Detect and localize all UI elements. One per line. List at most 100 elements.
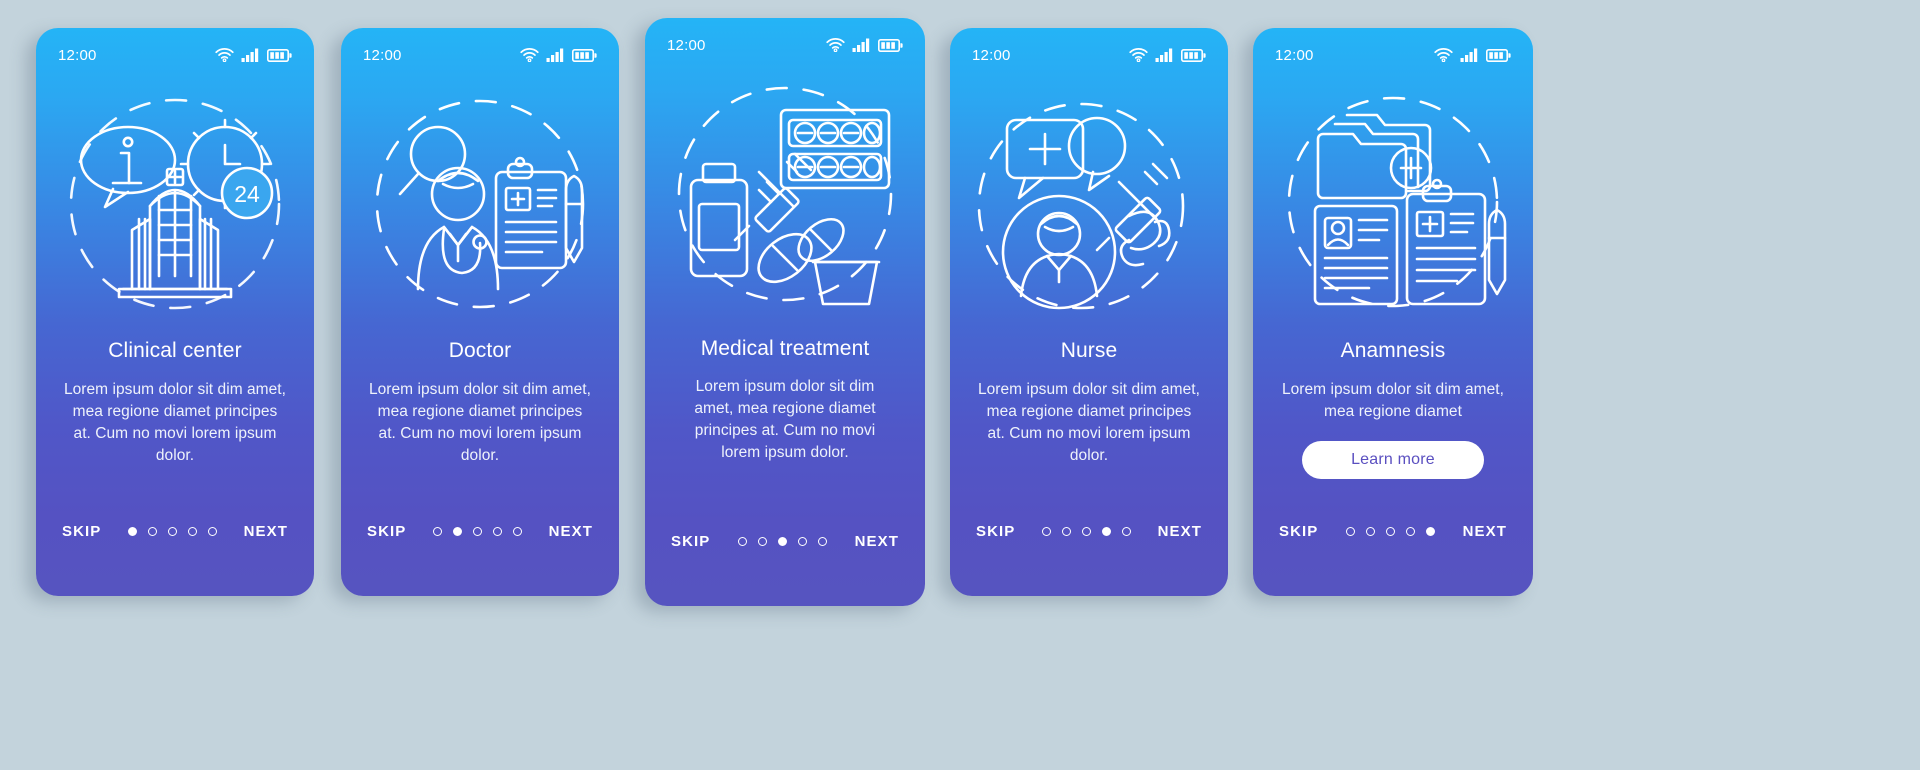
- status-time: 12:00: [58, 46, 97, 64]
- next-button[interactable]: NEXT: [1461, 519, 1509, 544]
- cellular-signal-icon: [546, 48, 564, 62]
- pagination-dot-4[interactable]: [188, 527, 197, 536]
- battery-icon: [572, 49, 597, 62]
- cellular-signal-icon: [852, 38, 870, 52]
- next-button[interactable]: NEXT: [853, 529, 901, 554]
- pagination-dot-2[interactable]: [453, 527, 462, 536]
- card-text-block: Doctor Lorem ipsum dolor sit dim amet, m…: [341, 338, 619, 467]
- svg-text:24: 24: [234, 181, 260, 207]
- battery-icon: [267, 49, 292, 62]
- pagination-dot-1[interactable]: [1346, 527, 1355, 536]
- page-description: Lorem ipsum dolor sit dim amet, mea regi…: [694, 377, 876, 461]
- page-description: Lorem ipsum dolor sit dim amet, mea regi…: [368, 380, 592, 464]
- status-bar: 12:00: [950, 28, 1228, 70]
- page-title: Clinical center: [108, 339, 242, 362]
- onboarding-card-medical-treatment[interactable]: 12:00 Medical treatment Lorem ipsum dolo…: [645, 18, 925, 606]
- pagination-dot-1[interactable]: [128, 527, 137, 536]
- pagination-dots: [738, 537, 827, 546]
- onboarding-card-anamnesis[interactable]: 12:00 Anamnesis Lorem ipsum dolor sit di…: [1253, 28, 1533, 596]
- card-text-block: Anamnesis Lorem ipsum dolor sit dim amet…: [1253, 338, 1533, 479]
- status-time: 12:00: [972, 46, 1011, 64]
- card-navigation: SKIP NEXT: [645, 529, 925, 554]
- next-button[interactable]: NEXT: [1156, 519, 1204, 544]
- skip-button[interactable]: SKIP: [974, 519, 1017, 544]
- pagination-dot-4[interactable]: [798, 537, 807, 546]
- card-text-block: Medical treatment Lorem ipsum dolor sit …: [645, 336, 925, 464]
- card-navigation: SKIP NEXT: [341, 519, 619, 544]
- pagination-dot-2[interactable]: [148, 527, 157, 536]
- card-text-block: Nurse Lorem ipsum dolor sit dim amet, me…: [950, 338, 1228, 467]
- status-icons: [1434, 48, 1511, 62]
- pagination-dot-1[interactable]: [433, 527, 442, 536]
- pagination-dot-1[interactable]: [738, 537, 747, 546]
- status-time: 12:00: [1275, 46, 1314, 64]
- pagination-dot-4[interactable]: [1406, 527, 1415, 536]
- status-bar: 12:00: [645, 18, 925, 60]
- status-time: 12:00: [667, 36, 706, 54]
- status-bar: 12:00: [36, 28, 314, 70]
- battery-icon: [1486, 49, 1511, 62]
- cellular-signal-icon: [241, 48, 259, 62]
- clinical-center-illustration: 24: [36, 70, 314, 338]
- pagination-dot-5[interactable]: [513, 527, 522, 536]
- card-text-block: Clinical center Lorem ipsum dolor sit di…: [36, 338, 314, 467]
- card-navigation: SKIP NEXT: [1253, 519, 1533, 544]
- status-icons: [215, 48, 292, 62]
- pagination-dot-5[interactable]: [1122, 527, 1131, 536]
- medical-treatment-illustration: [645, 60, 925, 336]
- pagination-dot-2[interactable]: [1062, 527, 1071, 536]
- onboarding-card-nurse[interactable]: 12:00 Nurse Lorem ipsum dolor sit dim am…: [950, 28, 1228, 596]
- onboarding-card-clinical-center[interactable]: 12:00 24 Clinical center Lorem ipsum dol…: [36, 28, 314, 596]
- pagination-dot-5[interactable]: [208, 527, 217, 536]
- onboarding-card-doctor[interactable]: 12:00 Doctor Lorem ipsum dolor sit dim a…: [341, 28, 619, 596]
- pagination-dots: [128, 527, 217, 536]
- next-button[interactable]: NEXT: [547, 519, 595, 544]
- page-title: Doctor: [448, 339, 512, 362]
- status-bar: 12:00: [341, 28, 619, 70]
- pagination-dot-3[interactable]: [778, 537, 787, 546]
- card-navigation: SKIP NEXT: [36, 519, 314, 544]
- pagination-dot-2[interactable]: [1366, 527, 1375, 536]
- learn-more-button[interactable]: Learn more: [1302, 440, 1484, 479]
- pagination-dot-5[interactable]: [818, 537, 827, 546]
- battery-icon: [878, 39, 903, 52]
- status-bar: 12:00: [1253, 28, 1533, 70]
- status-time: 12:00: [363, 46, 402, 64]
- page-title: Nurse: [1060, 339, 1118, 362]
- page-description: Lorem ipsum dolor sit dim amet, mea regi…: [1281, 380, 1505, 420]
- wifi-icon: [826, 38, 845, 52]
- wifi-icon: [215, 48, 234, 62]
- onboarding-screens-stage: 12:00 24 Clinical center Lorem ipsum dol…: [0, 0, 1920, 770]
- skip-button[interactable]: SKIP: [669, 529, 712, 554]
- pagination-dot-3[interactable]: [1082, 527, 1091, 536]
- next-button[interactable]: NEXT: [242, 519, 290, 544]
- pagination-dot-3[interactable]: [168, 527, 177, 536]
- nurse-illustration: [950, 70, 1228, 338]
- pagination-dot-4[interactable]: [493, 527, 502, 536]
- status-icons: [1129, 48, 1206, 62]
- pagination-dot-2[interactable]: [758, 537, 767, 546]
- pagination-dot-1[interactable]: [1042, 527, 1051, 536]
- pagination-dot-5[interactable]: [1426, 527, 1435, 536]
- wifi-icon: [520, 48, 539, 62]
- page-description: Lorem ipsum dolor sit dim amet, mea regi…: [977, 380, 1201, 464]
- skip-button[interactable]: SKIP: [365, 519, 408, 544]
- skip-button[interactable]: SKIP: [1277, 519, 1320, 544]
- skip-button[interactable]: SKIP: [60, 519, 103, 544]
- pagination-dot-3[interactable]: [473, 527, 482, 536]
- doctor-illustration: [341, 70, 619, 338]
- page-title: Anamnesis: [1340, 339, 1446, 362]
- card-navigation: SKIP NEXT: [950, 519, 1228, 544]
- cellular-signal-icon: [1460, 48, 1478, 62]
- pagination-dots: [1346, 527, 1435, 536]
- wifi-icon: [1129, 48, 1148, 62]
- wifi-icon: [1434, 48, 1453, 62]
- status-icons: [520, 48, 597, 62]
- anamnesis-illustration: [1253, 70, 1533, 338]
- pagination-dots: [1042, 527, 1131, 536]
- pagination-dot-4[interactable]: [1102, 527, 1111, 536]
- status-icons: [826, 38, 903, 52]
- battery-icon: [1181, 49, 1206, 62]
- pagination-dot-3[interactable]: [1386, 527, 1395, 536]
- page-description: Lorem ipsum dolor sit dim amet, mea regi…: [63, 380, 287, 464]
